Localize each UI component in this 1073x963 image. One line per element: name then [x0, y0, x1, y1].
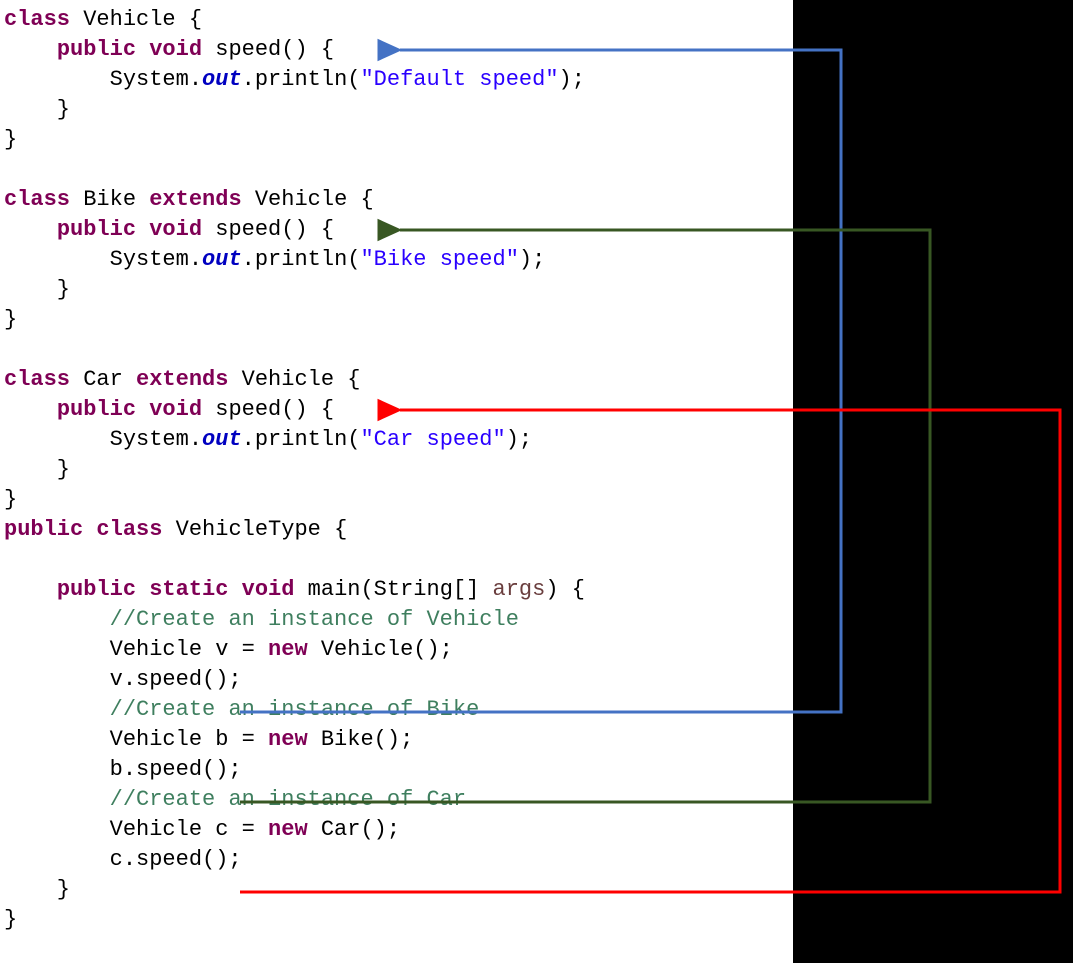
- right-black-bar: [793, 0, 1073, 963]
- code-block: class Vehicle { public void speed() { Sy…: [0, 0, 795, 935]
- kw-class: class: [4, 7, 70, 32]
- diagram-canvas: class Vehicle { public void speed() { Sy…: [0, 0, 1073, 963]
